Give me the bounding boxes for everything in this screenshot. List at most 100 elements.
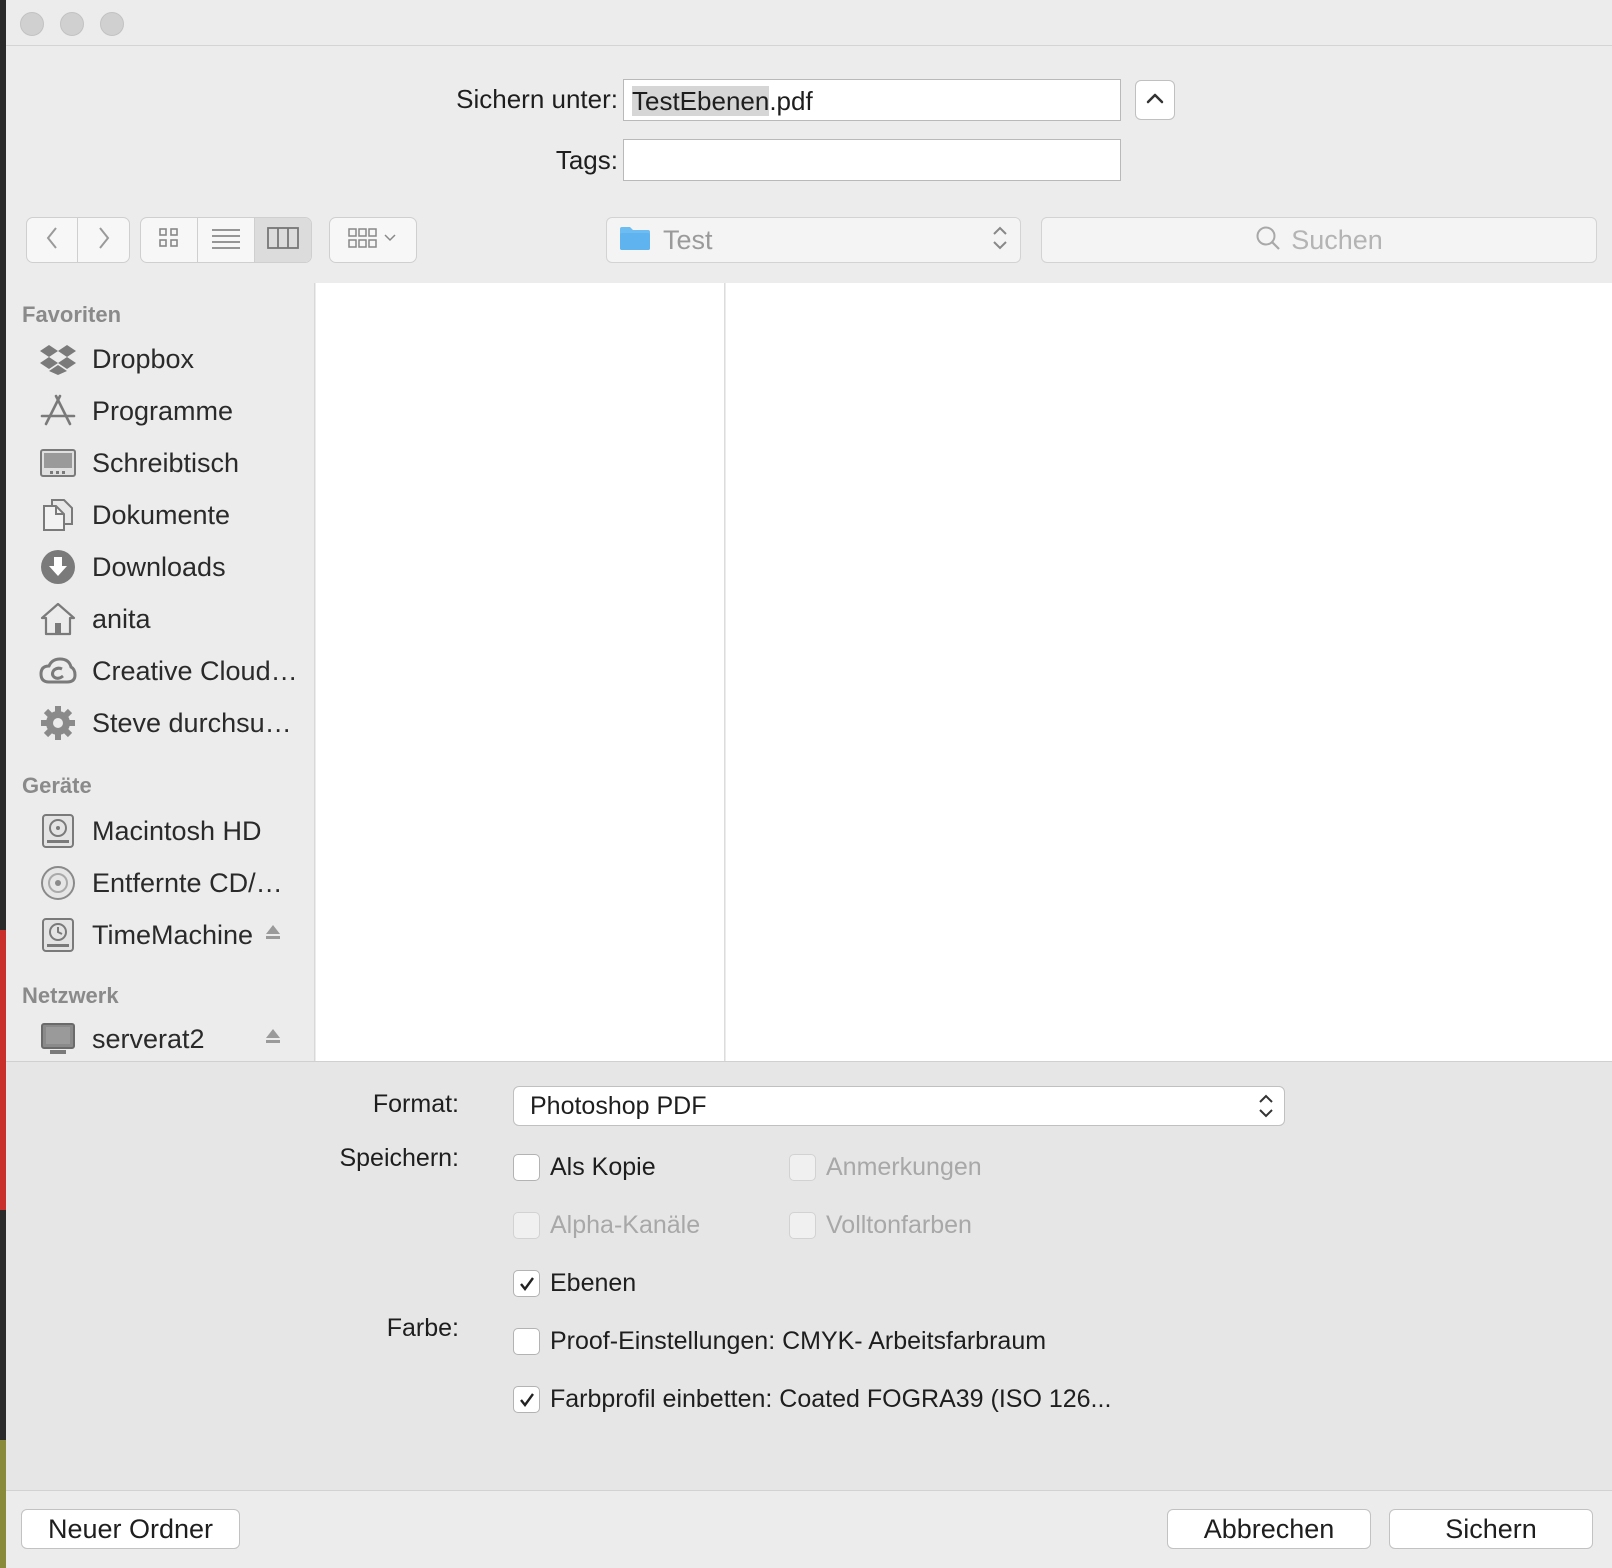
sidebar-item-dropbox[interactable]: Dropbox bbox=[6, 335, 315, 383]
sidebar-item-programme[interactable]: Programme bbox=[6, 387, 315, 435]
sidebar-item-anita[interactable]: anita bbox=[6, 595, 315, 643]
anmerkungen-checkbox[interactable]: Anmerkungen bbox=[789, 1153, 982, 1182]
network-header: Netzwerk bbox=[22, 983, 119, 1008]
time-machine-icon bbox=[38, 915, 78, 955]
applications-icon bbox=[38, 391, 78, 431]
sidebar-item-downloads[interactable]: Downloads bbox=[6, 543, 315, 591]
gear-icon bbox=[38, 703, 78, 743]
list-view-icon bbox=[211, 227, 241, 254]
list-view-button[interactable] bbox=[198, 218, 255, 262]
format-popup[interactable]: Photoshop PDF bbox=[513, 1086, 1285, 1126]
arrange-button[interactable] bbox=[330, 218, 416, 262]
sidebar-item-label: Programme bbox=[92, 395, 234, 426]
filename-extension: .pdf bbox=[769, 86, 813, 116]
title-bar bbox=[6, 0, 1612, 46]
folder-icon bbox=[619, 225, 651, 256]
eject-icon[interactable] bbox=[264, 923, 282, 946]
checkbox-label: Volltonfarben bbox=[826, 1211, 972, 1239]
color-label: Farbe: bbox=[386, 1314, 459, 1342]
arrange-grid-icon bbox=[347, 226, 399, 255]
home-icon bbox=[38, 599, 78, 639]
sidebar-item-label: Schreibtisch bbox=[92, 447, 240, 478]
ebenen-checkbox[interactable]: Ebenen bbox=[513, 1269, 636, 1298]
sidebar-item-steve[interactable]: Steve durchsu… bbox=[6, 699, 315, 747]
cancel-button[interactable]: Abbrechen bbox=[1167, 1509, 1371, 1549]
sidebar-item-label: Dokumente bbox=[92, 499, 231, 530]
sidebar-item-timemachine[interactable]: TimeMachine bbox=[6, 911, 315, 959]
search-field[interactable]: Suchen bbox=[1041, 217, 1597, 263]
browser-column-2[interactable] bbox=[726, 283, 1612, 1061]
sidebar-item-label: Entfernte CD/… bbox=[92, 867, 283, 898]
column-view-button[interactable] bbox=[255, 218, 311, 262]
cd-icon bbox=[38, 863, 78, 903]
save-button[interactable]: Sichern bbox=[1389, 1509, 1593, 1549]
zoom-window-button[interactable] bbox=[100, 12, 124, 36]
proof-checkbox[interactable]: Proof-Einstellungen: CMYK- Arbeitsfarbra… bbox=[513, 1327, 1046, 1356]
dropbox-icon bbox=[38, 339, 78, 379]
creative-cloud-icon bbox=[38, 651, 78, 691]
column-view-icon bbox=[267, 226, 299, 254]
sidebar-item-label: Downloads bbox=[92, 551, 226, 582]
sidebar-item-dokumente[interactable]: Dokumente bbox=[6, 491, 315, 539]
tags-field[interactable] bbox=[623, 139, 1121, 181]
sidebar-item-label: anita bbox=[92, 603, 151, 634]
downloads-icon bbox=[38, 547, 78, 587]
checkbox-label: Ebenen bbox=[550, 1269, 637, 1297]
icon-view-icon bbox=[158, 227, 180, 254]
bottom-bar: Neuer Ordner Abbrechen Sichern bbox=[6, 1490, 1612, 1568]
hard-disk-icon bbox=[38, 811, 78, 851]
sidebar-item-macintosh-hd[interactable]: Macintosh HD bbox=[6, 807, 315, 855]
server-icon bbox=[38, 1019, 78, 1059]
format-label: Format: bbox=[372, 1090, 459, 1118]
checkbox-label: Alpha-Kanäle bbox=[550, 1211, 701, 1239]
location-label: Test bbox=[663, 224, 713, 255]
forward-button[interactable] bbox=[78, 218, 129, 262]
volltonfarben-checkbox[interactable]: Volltonfarben bbox=[789, 1211, 972, 1240]
devices-header: Geräte bbox=[22, 773, 92, 798]
sidebar-item-schreibtisch[interactable]: Schreibtisch bbox=[6, 439, 315, 487]
checkbox-label: Farbprofil einbetten: Coated FOGRA39 (IS… bbox=[550, 1385, 1112, 1413]
collapse-dialog-button[interactable] bbox=[1135, 80, 1175, 120]
chevron-up-icon bbox=[1146, 91, 1164, 109]
desktop-icon bbox=[38, 443, 78, 483]
format-value: Photoshop PDF bbox=[530, 1091, 707, 1120]
new-folder-button[interactable]: Neuer Ordner bbox=[21, 1509, 240, 1549]
checkbox-box bbox=[789, 1154, 816, 1181]
sidebar-item-cd[interactable]: Entfernte CD/… bbox=[6, 859, 315, 907]
sidebar-item-label: Dropbox bbox=[92, 343, 195, 374]
sidebar-item-label: Steve durchsu… bbox=[92, 707, 292, 738]
back-forward-group bbox=[26, 217, 130, 263]
als-kopie-checkbox[interactable]: Als Kopie bbox=[513, 1153, 656, 1182]
checkbox-label: Als Kopie bbox=[550, 1153, 656, 1181]
location-popup[interactable]: Test bbox=[606, 217, 1021, 263]
minimize-window-button[interactable] bbox=[60, 12, 84, 36]
favorites-header: Favoriten bbox=[22, 302, 122, 327]
alpha-kanaele-checkbox[interactable]: Alpha-Kanäle bbox=[513, 1211, 700, 1240]
close-window-button[interactable] bbox=[20, 12, 44, 36]
search-placeholder: Suchen bbox=[1291, 224, 1383, 255]
sidebar: Favoriten Dropbox Programme Schreibtisch… bbox=[6, 283, 315, 1061]
sidebar-item-label: serverat2 bbox=[92, 1023, 205, 1054]
sidebar-item-label: TimeMachine bbox=[92, 919, 254, 950]
back-button[interactable] bbox=[27, 218, 78, 262]
sidebar-item-creative-cloud[interactable]: Creative Cloud… bbox=[6, 647, 315, 695]
view-mode-group bbox=[140, 217, 312, 263]
filename-selected-text: TestEbenen bbox=[632, 86, 770, 116]
sidebar-item-label: Macintosh HD bbox=[92, 815, 262, 846]
farbprofil-checkbox[interactable]: Farbprofil einbetten: Coated FOGRA39 (IS… bbox=[513, 1385, 1111, 1414]
checkmark-icon bbox=[513, 1270, 540, 1297]
browser-column-1[interactable] bbox=[316, 283, 725, 1061]
filename-field[interactable]: TestEbenen.pdf bbox=[623, 79, 1121, 121]
tags-label: Tags: bbox=[555, 145, 618, 175]
checkbox-box bbox=[513, 1212, 540, 1239]
icon-view-button[interactable] bbox=[141, 218, 198, 262]
sidebar-item-serverat2[interactable]: serverat2 bbox=[6, 1015, 315, 1063]
save-options-panel: Format: Photoshop PDF Speichern: Als Kop… bbox=[6, 1061, 1612, 1490]
chevron-left-icon bbox=[45, 226, 59, 255]
sidebar-item-label: Creative Cloud… bbox=[92, 655, 298, 686]
up-down-chevron-icon bbox=[992, 224, 1008, 257]
save-options-label: Speichern: bbox=[339, 1144, 459, 1172]
eject-icon[interactable] bbox=[264, 1027, 282, 1050]
checkbox-label: Anmerkungen bbox=[826, 1153, 982, 1181]
save-as-label: Sichern unter: bbox=[456, 84, 618, 114]
